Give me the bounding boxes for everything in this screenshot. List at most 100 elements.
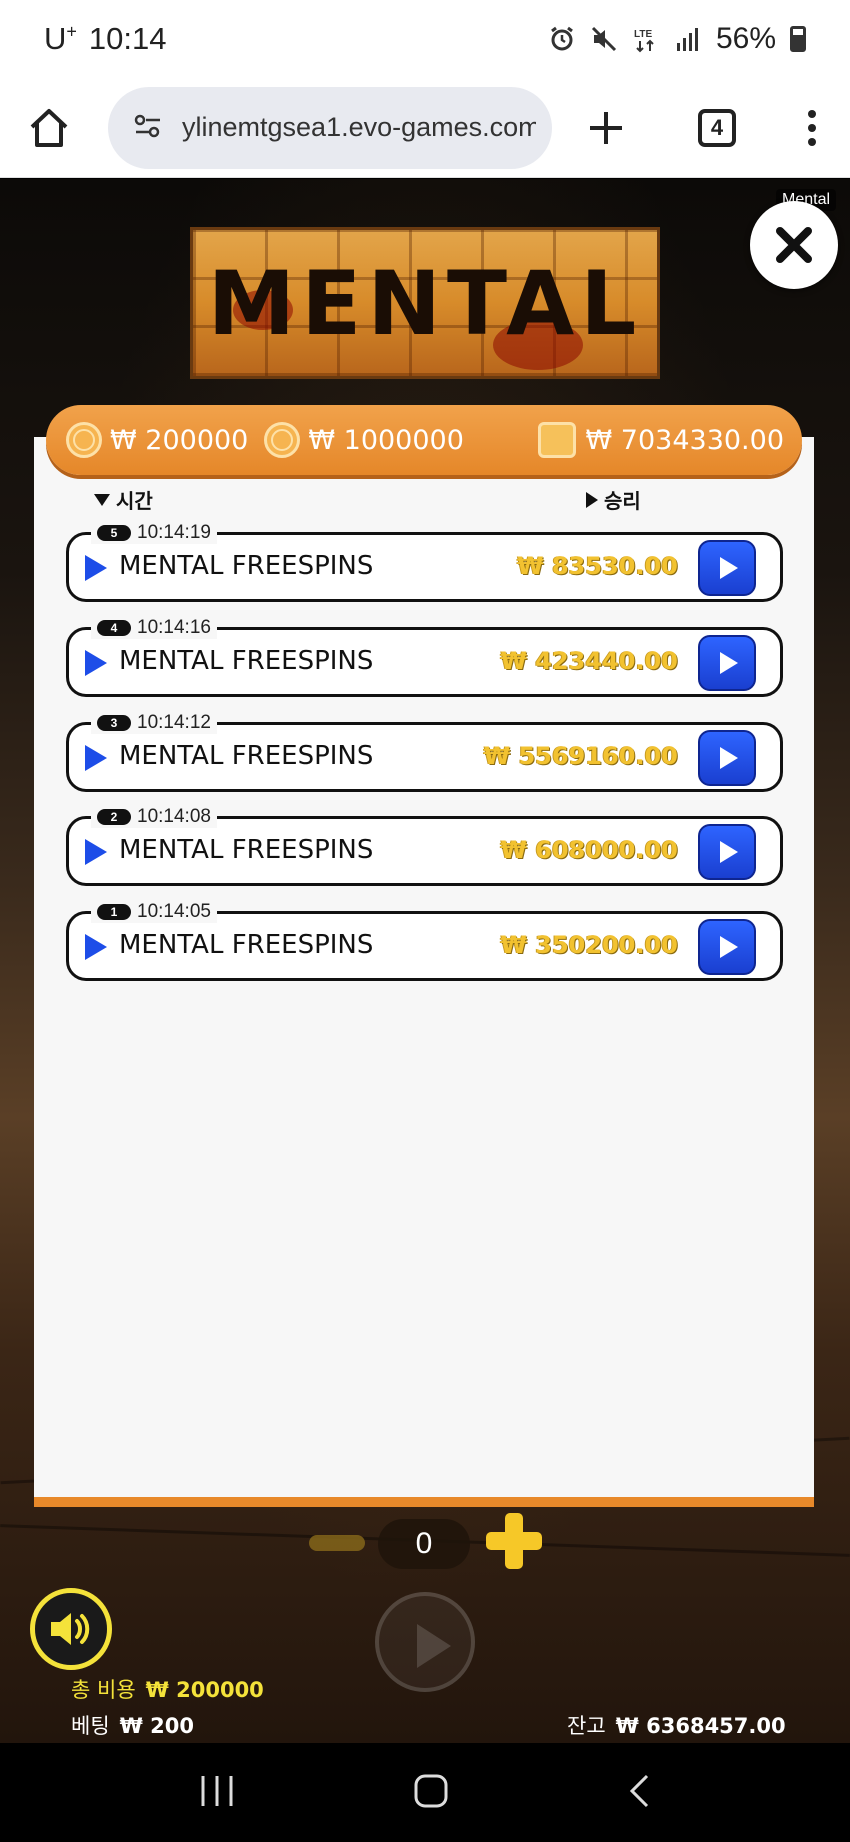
- close-button[interactable]: [750, 201, 838, 289]
- replay-button[interactable]: [698, 540, 756, 596]
- row-timestamp: 1 10:14:05: [91, 901, 217, 923]
- back-icon[interactable]: [627, 1773, 651, 1813]
- panel-header: ₩ 200000 ₩ 1000000 ₩ 7034330.00: [46, 405, 802, 475]
- row-title: MENTAL FREESPINS: [119, 646, 374, 676]
- status-right: LTE 56%: [548, 22, 806, 56]
- time-column-label: 시간: [116, 489, 153, 513]
- row-title: MENTAL FREESPINS: [119, 551, 374, 581]
- mute-icon: [590, 25, 618, 53]
- row-title: MENTAL FREESPINS: [119, 741, 374, 771]
- speaker-icon: [51, 1613, 90, 1645]
- balance-value: ₩ 6368457.00: [615, 1714, 786, 1738]
- url-text: ylinemtgsea1.evo-games.com: [182, 112, 536, 142]
- total-cost: 총 비용 ₩ 200000: [71, 1674, 264, 1704]
- decrease-button[interactable]: [309, 1535, 365, 1551]
- row-index-badge: 3: [97, 715, 131, 731]
- row-time: 10:14:16: [137, 617, 211, 638]
- more-menu-icon[interactable]: [806, 108, 818, 148]
- alarm-icon: [548, 25, 576, 53]
- browser-toolbar: ylinemtgsea1.evo-games.com 4: [0, 78, 850, 178]
- sort-right-icon: [586, 491, 598, 508]
- play-marker-icon: [85, 745, 107, 771]
- row-index-badge: 5: [97, 525, 131, 541]
- replay-button[interactable]: [698, 824, 756, 880]
- bet-counter: 0: [378, 1519, 470, 1569]
- row-title: MENTAL FREESPINS: [119, 930, 374, 960]
- play-marker-icon: [85, 555, 107, 581]
- history-row[interactable]: 4 10:14:16 MENTAL FREESPINS ₩ 423440.00: [66, 617, 783, 697]
- row-time: 10:14:05: [137, 901, 211, 922]
- row-title: MENTAL FREESPINS: [119, 835, 374, 865]
- bet-label: 베팅: [71, 1714, 110, 1738]
- row-amount: ₩ 423440.00: [500, 647, 678, 675]
- bet-info: 베팅 ₩ 200: [71, 1710, 194, 1740]
- row-amount: ₩ 608000.00: [500, 836, 678, 864]
- tab-count-button[interactable]: 4: [698, 108, 736, 147]
- sort-win-header[interactable]: 승리: [586, 485, 641, 514]
- bet-stat: ₩ 200000: [66, 422, 248, 458]
- row-index-badge: 4: [97, 620, 131, 636]
- row-time: 10:14:08: [137, 806, 211, 827]
- home-nav-icon[interactable]: [413, 1773, 449, 1813]
- sound-button[interactable]: [30, 1588, 112, 1670]
- row-timestamp: 3 10:14:12: [91, 712, 217, 734]
- win-stat: ₩ 1000000: [264, 422, 464, 458]
- status-left: U+ 10:14: [44, 21, 166, 57]
- row-time: 10:14:19: [137, 522, 211, 543]
- bet-value: ₩ 200: [119, 1714, 194, 1738]
- home-icon[interactable]: [26, 105, 72, 151]
- battery-icon: [790, 26, 806, 52]
- win-column-label: 승리: [604, 489, 641, 513]
- close-icon: [776, 227, 812, 263]
- lte-icon: LTE: [632, 25, 660, 53]
- row-index-badge: 1: [97, 904, 131, 920]
- spin-button[interactable]: [375, 1592, 475, 1692]
- history-row[interactable]: 5 10:14:19 MENTAL FREESPINS ₩ 83530.00: [66, 522, 783, 602]
- site-settings-icon[interactable]: [132, 110, 164, 146]
- coin-icon: [264, 422, 301, 458]
- recent-apps-icon[interactable]: [199, 1774, 235, 1812]
- row-amount: ₩ 5569160.00: [483, 742, 678, 770]
- history-row[interactable]: 2 10:14:08 MENTAL FREESPINS ₩ 608000.00: [66, 806, 783, 886]
- total-cost-value: ₩ 200000: [145, 1678, 264, 1702]
- signal-icon: [674, 25, 702, 53]
- sort-time-header[interactable]: 시간: [94, 485, 153, 514]
- row-index-badge: 2: [97, 809, 131, 825]
- balance-stat: ₩ 7034330.00: [537, 422, 784, 458]
- row-time: 10:14:12: [137, 712, 211, 733]
- new-tab-icon[interactable]: [586, 108, 626, 148]
- coin-icon: [66, 422, 102, 458]
- carrier: U+: [44, 21, 77, 56]
- play-marker-icon: [85, 839, 107, 865]
- clock: 10:14: [88, 21, 167, 56]
- wallet-icon: [537, 422, 576, 458]
- battery-percent: 56%: [715, 22, 776, 55]
- row-amount: ₩ 350200.00: [500, 931, 678, 959]
- replay-button[interactable]: [698, 635, 756, 691]
- address-bar[interactable]: ylinemtgsea1.evo-games.com: [108, 86, 552, 169]
- logo-text: MENTAL: [207, 251, 643, 355]
- bet-amount: ₩ 200000: [110, 424, 249, 456]
- system-nav-bar: [0, 1743, 850, 1842]
- sort-down-icon: [94, 493, 110, 506]
- status-bar: U+ 10:14 LTE 56%: [0, 0, 850, 78]
- game-area: MENTAL Mental ₩ 200000 ₩ 1000000 ₩ 70343…: [0, 179, 850, 1743]
- balance-label: 잔고: [567, 1714, 606, 1738]
- game-logo: MENTAL: [190, 227, 660, 379]
- total-cost-label: 총 비용: [71, 1678, 136, 1702]
- header-balance: ₩ 7034330.00: [585, 424, 784, 456]
- svg-text:LTE: LTE: [634, 29, 652, 40]
- play-marker-icon: [85, 934, 107, 960]
- row-timestamp: 4 10:14:16: [91, 617, 217, 639]
- play-marker-icon: [85, 650, 107, 676]
- increase-button[interactable]: [486, 1513, 542, 1569]
- history-row[interactable]: 1 10:14:05 MENTAL FREESPINS ₩ 350200.00: [66, 901, 783, 981]
- balance-info: 잔고 ₩ 6368457.00: [567, 1710, 786, 1740]
- row-timestamp: 5 10:14:19: [91, 522, 217, 544]
- replay-button[interactable]: [698, 919, 756, 975]
- history-row[interactable]: 3 10:14:12 MENTAL FREESPINS ₩ 5569160.00: [66, 712, 783, 792]
- replay-button[interactable]: [698, 730, 756, 786]
- row-timestamp: 2 10:14:08: [91, 806, 217, 828]
- row-amount: ₩ 83530.00: [517, 552, 678, 580]
- win-amount: ₩ 1000000: [308, 424, 464, 456]
